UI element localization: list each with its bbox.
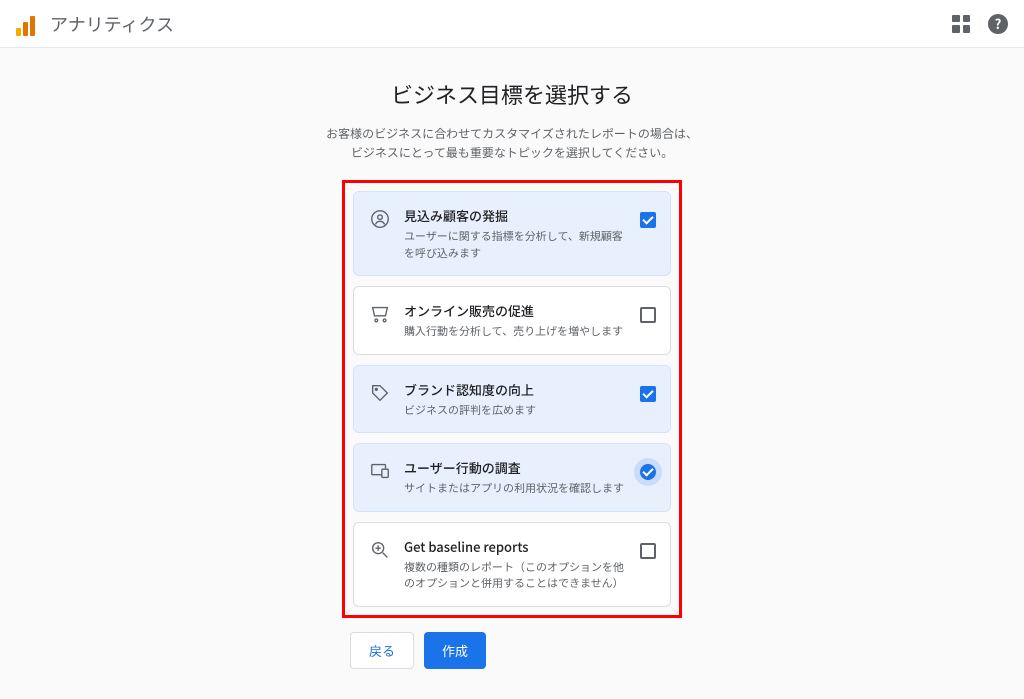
- option-content: 見込み顧客の発掘 ユーザーに関する指標を分析して、新規顧客を呼び込みます: [394, 206, 638, 261]
- option-title: 見込み顧客の発掘: [404, 206, 630, 225]
- checkbox-checked-icon: [640, 212, 656, 228]
- option-lead-generation[interactable]: 見込み顧客の発掘 ユーザーに関する指標を分析して、新規顧客を呼び込みます: [353, 191, 671, 276]
- option-title: ユーザー行動の調査: [404, 458, 630, 477]
- analytics-logo-icon: [16, 12, 40, 36]
- option-content: ブランド認知度の向上 ビジネスの評判を広めます: [394, 380, 638, 419]
- option-title: オンライン販売の促進: [404, 301, 630, 320]
- option-checkbox[interactable]: [638, 307, 658, 323]
- main-content: ビジネス目標を選択する お客様のビジネスに合わせてカスタマイズされたレポートの場…: [0, 48, 1024, 699]
- target-user-icon: [366, 208, 394, 230]
- checkbox-empty-icon: [640, 543, 656, 559]
- option-user-behavior[interactable]: ユーザー行動の調査 サイトまたはアプリの利用状況を確認します: [353, 443, 671, 512]
- option-checkbox[interactable]: [638, 464, 658, 480]
- checkbox-checked-icon: [640, 464, 656, 480]
- option-content: オンライン販売の促進 購入行動を分析して、売り上げを増やします: [394, 301, 638, 340]
- button-row: 戻る 作成: [342, 632, 682, 669]
- subtitle-line1: お客様のビジネスに合わせてカスタマイズされたレポートの場合は、: [326, 125, 698, 142]
- option-desc: ユーザーに関する指標を分析して、新規顧客を呼び込みます: [404, 228, 630, 261]
- option-content: ユーザー行動の調査 サイトまたはアプリの利用状況を確認します: [394, 458, 638, 497]
- option-checkbox[interactable]: [638, 543, 658, 559]
- option-title: ブランド認知度の向上: [404, 380, 630, 399]
- apps-grid-icon[interactable]: [952, 15, 970, 33]
- header-right: ?: [952, 14, 1008, 34]
- option-brand-awareness[interactable]: ブランド認知度の向上 ビジネスの評判を広めます: [353, 365, 671, 434]
- insights-icon: [366, 539, 394, 561]
- option-content: Get baseline reports 複数の種類のレポート（このオプションを…: [394, 537, 638, 592]
- option-online-sales[interactable]: オンライン販売の促進 購入行動を分析して、売り上げを増やします: [353, 286, 671, 355]
- checkbox-empty-icon: [640, 307, 656, 323]
- page-title: ビジネス目標を選択する: [20, 78, 1004, 110]
- cart-icon: [366, 303, 394, 325]
- tag-icon: [366, 382, 394, 404]
- options-container: 見込み顧客の発掘 ユーザーに関する指標を分析して、新規顧客を呼び込みます オンラ…: [342, 180, 682, 618]
- option-desc: 購入行動を分析して、売り上げを増やします: [404, 323, 630, 340]
- create-button[interactable]: 作成: [424, 632, 486, 669]
- option-desc: サイトまたはアプリの利用状況を確認します: [404, 480, 630, 497]
- option-baseline-reports[interactable]: Get baseline reports 複数の種類のレポート（このオプションを…: [353, 522, 671, 607]
- option-desc: ビジネスの評判を広めます: [404, 402, 630, 419]
- app-header: アナリティクス ?: [0, 0, 1024, 48]
- devices-icon: [366, 460, 394, 482]
- subtitle-line2: ビジネスにとって最も重要なトピックを選択してください。: [351, 144, 673, 161]
- help-icon[interactable]: ?: [988, 14, 1008, 34]
- back-button[interactable]: 戻る: [350, 632, 414, 669]
- option-desc: 複数の種類のレポート（このオプションを他のオプションと併用することはできません）: [404, 559, 630, 592]
- app-title: アナリティクス: [50, 11, 174, 37]
- option-checkbox[interactable]: [638, 212, 658, 228]
- page-subtitle: お客様のビジネスに合わせてカスタマイズされたレポートの場合は、 ビジネスにとって…: [20, 124, 1004, 162]
- option-title: Get baseline reports: [404, 537, 630, 556]
- header-left: アナリティクス: [16, 11, 174, 37]
- checkbox-checked-icon: [640, 386, 656, 402]
- option-checkbox[interactable]: [638, 386, 658, 402]
